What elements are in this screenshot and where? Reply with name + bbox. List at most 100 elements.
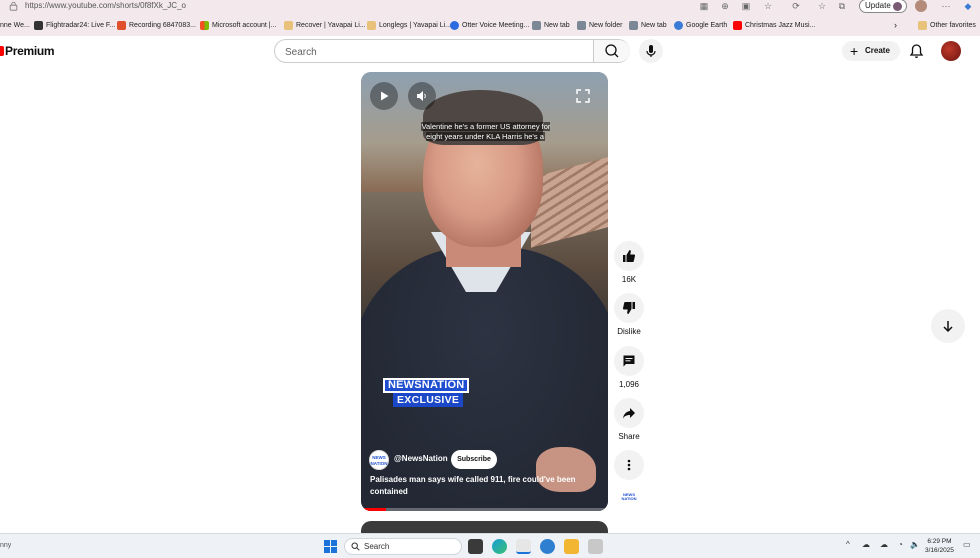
channel-name[interactable]: @NewsNation [394,454,448,463]
update-button[interactable]: Update [859,0,907,13]
bookmark-label: Recover | Yavapai Li... [296,21,366,29]
edge-icon[interactable] [492,539,507,554]
copilot-icon[interactable]: ◆ [962,0,974,12]
microphone-icon [646,45,656,57]
more-options-button[interactable] [614,450,644,480]
taskbar-clock[interactable]: 6:29 PM 3/16/2025 [925,537,954,555]
library-icon [284,20,293,30]
wifi-icon[interactable]: ◔ [898,540,903,549]
bookmark-item[interactable]: Recover | Yavapai Li... [284,17,366,33]
chevron-up-icon[interactable]: ^ [846,540,850,549]
star-icon[interactable]: ☆ [762,0,774,12]
google-earth-icon [674,20,683,30]
otter-icon [450,20,459,30]
video-caption: Valentine he's a former US attorney for … [413,122,558,142]
app-icon[interactable]: ▣ [740,0,752,12]
refresh-icon[interactable]: ⟳ [790,0,802,12]
bookmark-item[interactable]: Microsoft account |... [200,17,276,33]
video-title[interactable]: Palisades man says wife called 911, fire… [370,474,580,498]
browser-chrome: https://www.youtube.com/shorts/0f8fXk_JC… [0,0,980,36]
bookmark-item[interactable]: Otter Voice Meeting... [450,17,529,33]
bookmark-label: Recording 6847083... [129,21,196,29]
bookmark-item[interactable]: Google Earth [674,17,727,33]
bookmark-label: New tab [544,21,570,29]
windows-taskbar: nny Search ^ ☁ ☁ ◔ 🔈 6:29 PM 3/16/2025 ▭ [0,533,980,558]
dislike-button[interactable] [614,293,644,323]
collections-icon[interactable]: ⧉ [836,0,848,12]
fullscreen-icon[interactable] [572,85,594,107]
voice-search-button[interactable] [639,39,663,63]
bookmark-label: Flightradar24: Live F... [46,21,116,29]
bookmark-item[interactable]: Longlegs | Yavapai Li... [367,17,451,33]
bookmark-item[interactable]: Flightradar24: Live F... [34,17,115,33]
taskbar-search[interactable]: Search [344,538,462,555]
browser-profile-avatar[interactable] [915,0,927,12]
app-icon[interactable] [588,539,603,554]
play-button[interactable] [370,82,398,110]
bookmark-label: Christmas Jazz Musi... [745,21,816,29]
favorites-icon[interactable]: ☆ [816,0,828,12]
bookmark-item[interactable]: New folder [577,17,622,33]
shorts-video-player[interactable]: Valentine he's a former US attorney for … [361,72,608,511]
search-button[interactable] [593,40,630,62]
comments-button[interactable] [614,346,644,376]
bookmark-item[interactable]: Recording 6847083... [117,17,196,33]
channel-avatar[interactable]: NEWS NATION [369,450,389,470]
next-video-button[interactable] [931,309,965,343]
youtube-logo-icon[interactable] [0,46,4,56]
bookmark-item[interactable]: nne We... [0,17,30,33]
next-short-preview[interactable] [361,521,608,533]
badge-bottom-text: EXCLUSIVE [393,393,464,407]
bookmark-label: Google Earth [686,21,728,29]
bookmark-label: nne We... [0,21,30,29]
cloud-icon[interactable]: ☁ [880,540,888,549]
taskbar-widget-text[interactable]: nny [0,542,11,549]
update-label: Update [865,1,891,10]
globe-icon[interactable] [540,539,555,554]
other-favorites[interactable]: Other favorites [918,17,976,33]
bookmark-item[interactable]: Christmas Jazz Musi... [733,17,815,33]
channel-mini-logo[interactable]: NEWS NATION [620,493,638,505]
search-icon [351,542,360,551]
share-button[interactable] [614,398,644,428]
share-action: Share [612,398,646,441]
volume-tray-icon[interactable]: 🔈 [910,540,920,549]
windows-start-icon[interactable] [324,540,337,553]
bookmark-label: Longlegs | Yavapai Li... [379,21,451,29]
zoom-icon[interactable]: ⊕ [719,0,731,12]
onedrive-icon[interactable]: ☁ [862,540,870,549]
folder-icon [577,20,586,30]
bookmark-item[interactable]: New tab [532,17,570,33]
user-avatar[interactable] [941,41,961,61]
logo-text[interactable]: Premium [5,44,55,58]
url-text[interactable]: https://www.youtube.com/shorts/0f8fXk_JC… [25,1,186,10]
search-input[interactable] [285,45,585,59]
notification-icon[interactable]: ▭ [963,540,971,549]
bookmark-item[interactable]: New tab [629,17,667,33]
chrome-icon[interactable] [516,539,531,554]
chevron-right-icon[interactable]: › [894,17,897,33]
file-explorer-icon[interactable] [564,539,579,554]
create-button[interactable]: + Create [842,41,900,61]
task-view-icon[interactable] [468,539,483,554]
address-bar[interactable]: https://www.youtube.com/shorts/0f8fXk_JC… [0,0,980,13]
bookmark-label: New tab [641,21,667,29]
folder-icon [918,20,927,30]
plus-icon: + [850,43,859,59]
thumbs-up-icon [623,250,636,262]
bookmark-label: New folder [589,21,623,29]
progress-bar[interactable] [361,508,608,511]
volume-button[interactable] [408,82,436,110]
grid-icon[interactable]: ▦ [698,0,710,12]
progress-fill [361,508,386,511]
like-button[interactable] [614,241,644,271]
comments-action: 1,096 [612,346,646,389]
subscribe-button[interactable]: Subscribe [451,450,497,469]
youtube-header: Premium + Create [0,36,980,68]
page-icon [532,20,541,30]
dislike-label: Dislike [617,327,641,336]
flightradar-icon [34,20,43,30]
more-icon[interactable]: ⋯ [940,0,952,12]
notifications-bell-icon[interactable] [909,43,924,59]
comment-count: 1,096 [618,380,640,389]
